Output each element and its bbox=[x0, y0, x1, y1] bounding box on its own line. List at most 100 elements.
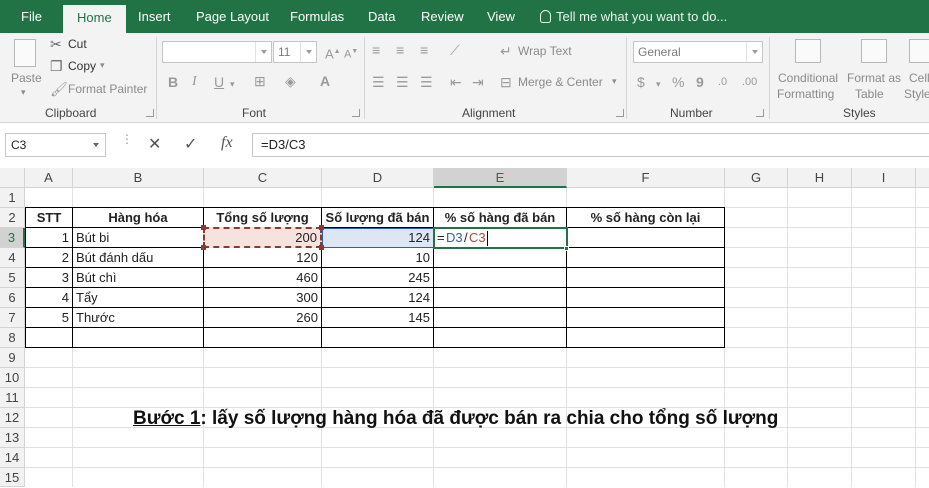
currency-icon[interactable]: $ bbox=[637, 75, 645, 89]
merge-center-button[interactable]: ⊟ Merge & Center ▾ bbox=[500, 73, 622, 91]
format-painter-button[interactable]: 🖌 Format Painter bbox=[50, 81, 150, 99]
column-header-b[interactable]: B bbox=[73, 168, 204, 188]
tab-insert[interactable]: Insert bbox=[138, 0, 171, 33]
row-header-14[interactable]: 14 bbox=[0, 448, 25, 468]
cell-c4[interactable]: 120 bbox=[204, 248, 321, 267]
column-header-d[interactable]: D bbox=[322, 168, 434, 188]
cell-a6[interactable]: 4 bbox=[26, 288, 72, 307]
row-header-15[interactable]: 15 bbox=[0, 468, 25, 487]
tab-home[interactable]: Home bbox=[63, 5, 126, 33]
copy-button[interactable]: ❐ Copy ▾ bbox=[50, 58, 120, 76]
number-launcher-icon[interactable] bbox=[756, 109, 764, 117]
tab-formulas[interactable]: Formulas bbox=[290, 0, 344, 33]
font-color-icon[interactable]: A bbox=[320, 74, 330, 88]
tab-view[interactable]: View bbox=[487, 0, 515, 33]
name-box[interactable]: C3 bbox=[5, 133, 106, 157]
align-bottom-icon[interactable]: ≡ bbox=[420, 43, 428, 57]
header-so-luong-da-ban[interactable]: Số lượng đã bán bbox=[322, 208, 433, 227]
header-tong-so-luong[interactable]: Tổng số lượng bbox=[204, 208, 321, 227]
align-right-icon[interactable]: ☰ bbox=[420, 75, 433, 89]
cell-b5[interactable]: Bút chì bbox=[73, 268, 203, 287]
wrap-text-button[interactable]: ↵ Wrap Text bbox=[500, 42, 580, 60]
font-name-combo[interactable] bbox=[162, 41, 272, 63]
column-header-i[interactable]: I bbox=[852, 168, 916, 188]
cell-a3[interactable]: 1 bbox=[26, 228, 72, 247]
tell-me-box[interactable]: Tell me what you want to do... bbox=[540, 0, 727, 33]
column-header-g[interactable]: G bbox=[725, 168, 788, 188]
worksheet-grid[interactable]: A B C D E F G H I 1 2 3 4 5 6 7 8 9 10 1… bbox=[0, 168, 929, 487]
decrease-indent-icon[interactable]: ⇤ bbox=[450, 75, 462, 89]
row-header-1[interactable]: 1 bbox=[0, 188, 25, 208]
number-format-combo[interactable]: General bbox=[633, 41, 763, 63]
cell-c5[interactable]: 460 bbox=[204, 268, 321, 287]
column-header-c[interactable]: C bbox=[204, 168, 322, 188]
column-header-e[interactable]: E bbox=[434, 168, 567, 188]
cell-a5[interactable]: 3 bbox=[26, 268, 72, 287]
active-cell-e3[interactable]: = D3/C3 bbox=[433, 227, 568, 249]
italic-button[interactable]: I bbox=[192, 75, 197, 89]
clipboard-launcher-icon[interactable] bbox=[146, 109, 154, 117]
cell-b3[interactable]: Bút bi bbox=[73, 228, 203, 247]
paste-button[interactable]: Paste ▾ bbox=[6, 37, 44, 103]
cell-c3[interactable]: 200 bbox=[205, 228, 320, 247]
cell-b4[interactable]: Bút đánh dấu bbox=[73, 248, 203, 267]
cell-d7[interactable]: 145 bbox=[322, 308, 433, 327]
row-header-7[interactable]: 7 bbox=[0, 308, 25, 328]
header-pct-con-lai[interactable]: % số hàng còn lại bbox=[567, 208, 724, 227]
cancel-icon[interactable]: ✕ bbox=[148, 134, 161, 154]
header-hang-hoa[interactable]: Hàng hóa bbox=[73, 208, 203, 227]
column-header-j[interactable] bbox=[916, 168, 929, 188]
percent-button[interactable]: % bbox=[672, 75, 684, 89]
column-header-f[interactable]: F bbox=[567, 168, 725, 188]
comma-style-button[interactable]: 9 bbox=[696, 75, 704, 89]
tab-page-layout[interactable]: Page Layout bbox=[196, 0, 269, 33]
fill-color-icon[interactable]: ◈ bbox=[285, 74, 296, 88]
cell-b6[interactable]: Tẩy bbox=[73, 288, 203, 307]
row-header-10[interactable]: 10 bbox=[0, 368, 25, 388]
formula-input[interactable]: =D3/C3 bbox=[252, 133, 929, 157]
header-stt[interactable]: STT bbox=[26, 208, 72, 227]
column-header-a[interactable]: A bbox=[25, 168, 73, 188]
row-header-2[interactable]: 2 bbox=[0, 208, 25, 228]
row-header-4[interactable]: 4 bbox=[0, 248, 25, 268]
cut-button[interactable]: ✂ Cut bbox=[50, 36, 110, 54]
insert-function-icon[interactable]: fx bbox=[221, 134, 233, 152]
row-header-11[interactable]: 11 bbox=[0, 388, 25, 408]
enter-icon[interactable]: ✓ bbox=[184, 134, 197, 154]
orientation-icon[interactable]: ⟋ bbox=[450, 43, 460, 57]
row-header-12[interactable]: 12 bbox=[0, 408, 25, 428]
underline-button[interactable]: U bbox=[214, 75, 224, 89]
align-left-icon[interactable]: ☰ bbox=[372, 75, 385, 89]
cell-a7[interactable]: 5 bbox=[26, 308, 72, 327]
header-pct-da-ban[interactable]: % số hàng đã bán bbox=[434, 208, 566, 227]
font-launcher-icon[interactable] bbox=[352, 109, 360, 117]
row-header-6[interactable]: 6 bbox=[0, 288, 25, 308]
conditional-formatting-button[interactable]: Conditional Formatting bbox=[775, 37, 841, 103]
cell-b7[interactable]: Thước bbox=[73, 308, 203, 327]
row-header-9[interactable]: 9 bbox=[0, 348, 25, 368]
cell-d3[interactable]: 124 bbox=[322, 228, 433, 247]
tab-review[interactable]: Review bbox=[421, 0, 464, 33]
row-header-5[interactable]: 5 bbox=[0, 268, 25, 288]
tab-data[interactable]: Data bbox=[368, 0, 395, 33]
increase-decimal-icon[interactable]: .0 bbox=[718, 75, 727, 89]
align-middle-icon[interactable]: ≡ bbox=[396, 43, 404, 57]
cell-c6[interactable]: 300 bbox=[204, 288, 321, 307]
alignment-launcher-icon[interactable] bbox=[616, 109, 624, 117]
tab-file[interactable]: File bbox=[21, 0, 42, 33]
row-header-8[interactable]: 8 bbox=[0, 328, 25, 348]
font-size-combo[interactable]: 11 bbox=[273, 41, 317, 63]
column-header-h[interactable]: H bbox=[788, 168, 852, 188]
decrease-font-icon[interactable]: A▼ bbox=[344, 45, 358, 62]
bold-button[interactable]: B bbox=[168, 75, 178, 89]
cell-styles-button[interactable]: Cell Styles bbox=[903, 37, 929, 103]
increase-font-icon[interactable]: A▲ bbox=[325, 45, 341, 61]
format-as-table-button[interactable]: Format as Table bbox=[845, 37, 903, 103]
cell-c7[interactable]: 260 bbox=[204, 308, 321, 327]
borders-icon[interactable]: ⊞ bbox=[254, 74, 266, 88]
row-header-3[interactable]: 3 bbox=[0, 228, 25, 248]
cell-d6[interactable]: 124 bbox=[322, 288, 433, 307]
select-all-corner[interactable] bbox=[0, 168, 25, 188]
align-top-icon[interactable]: ≡ bbox=[372, 43, 380, 57]
decrease-decimal-icon[interactable]: .00 bbox=[742, 75, 757, 89]
